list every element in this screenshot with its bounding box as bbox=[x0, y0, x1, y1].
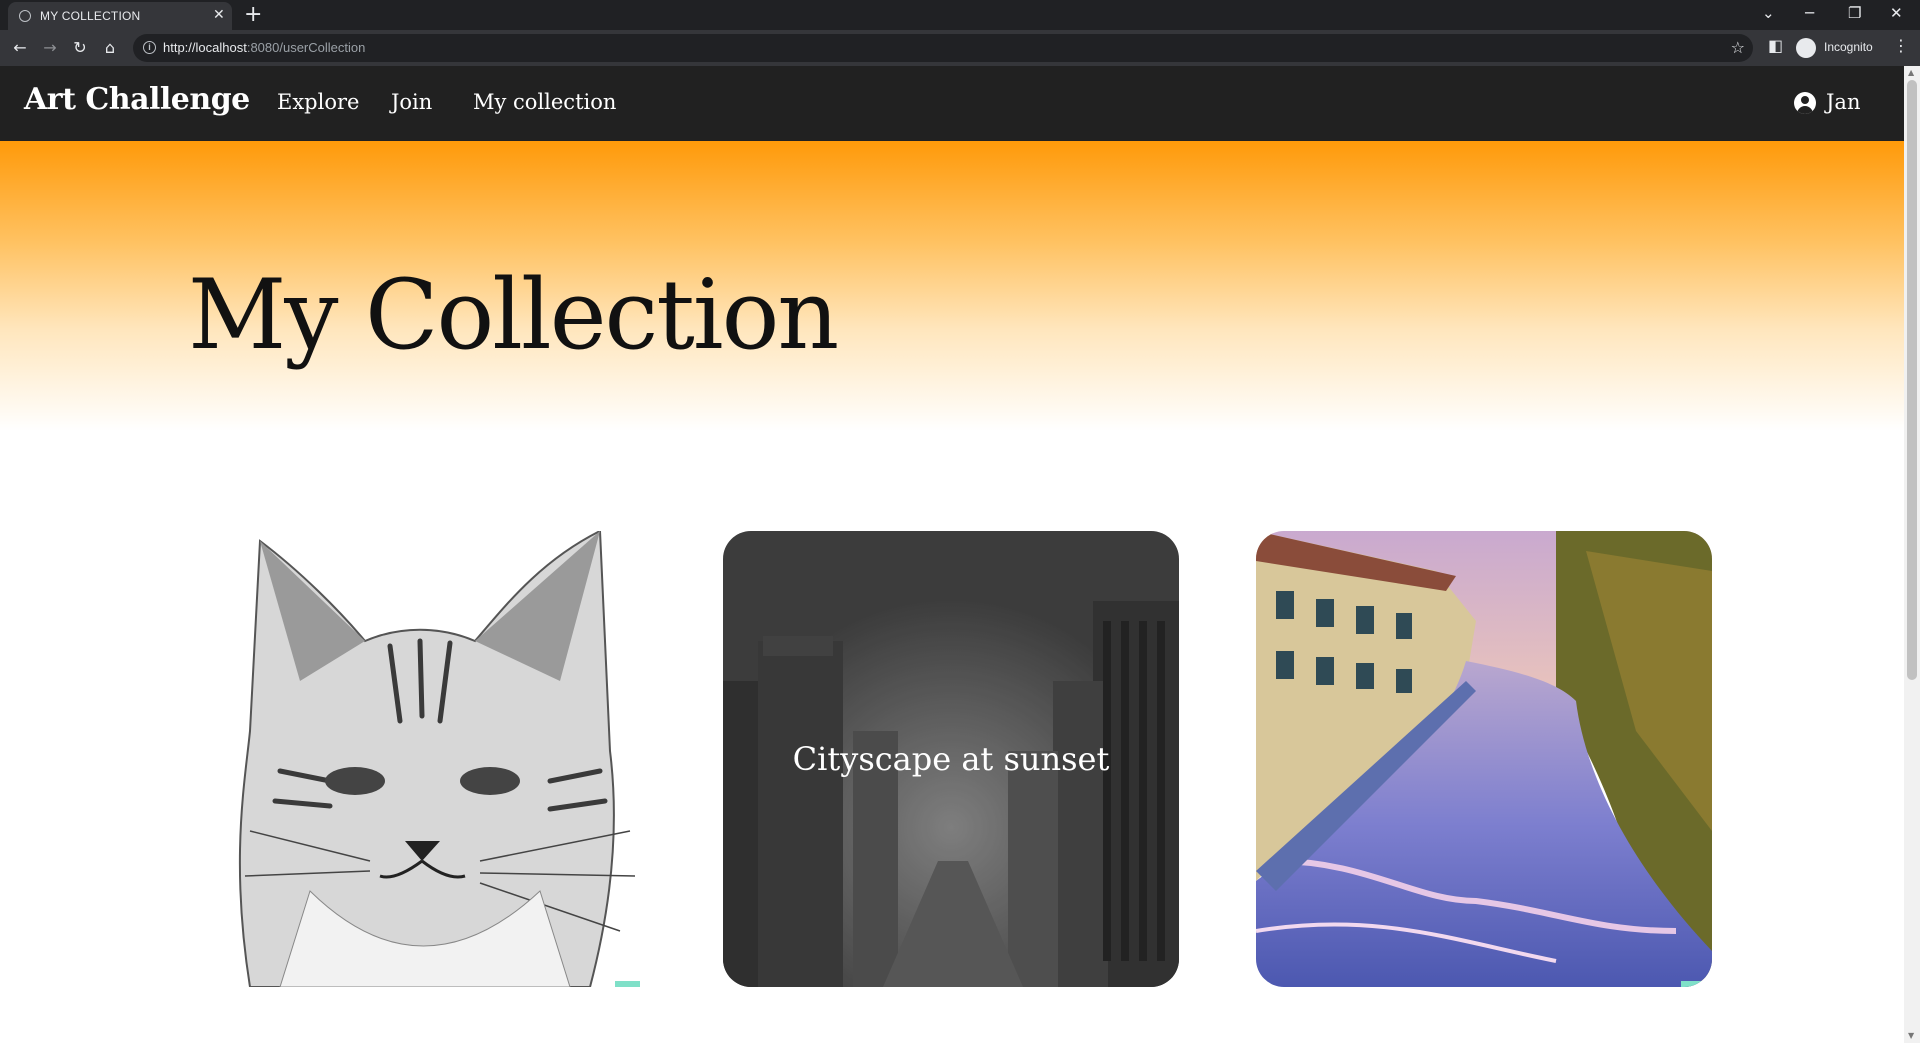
card-caption: Cityscape at sunset bbox=[792, 740, 1110, 778]
incognito-icon bbox=[1796, 38, 1816, 58]
cat-sketch-image bbox=[190, 531, 646, 987]
close-window-icon[interactable]: ✕ bbox=[1890, 4, 1903, 22]
side-panel-icon[interactable]: ◧ bbox=[1768, 36, 1783, 55]
scroll-down-icon[interactable]: ▼ bbox=[1908, 1031, 1914, 1040]
collection-card-river[interactable] bbox=[1256, 531, 1712, 987]
address-bar[interactable]: i http://localhost:8080/userCollection ☆ bbox=[133, 34, 1753, 62]
user-name: Jan bbox=[1826, 90, 1861, 114]
nav-link-join[interactable]: Join bbox=[391, 90, 432, 114]
nav-link-explore[interactable]: Explore bbox=[277, 90, 359, 114]
collection-card-cityscape[interactable]: Cityscape at sunset bbox=[723, 531, 1179, 987]
address-url: http://localhost:8080/userCollection bbox=[163, 40, 366, 55]
tab-search-icon[interactable]: ⌄ bbox=[1762, 4, 1775, 22]
browser-tab[interactable]: MY COLLECTION ✕ bbox=[8, 2, 232, 30]
user-avatar-icon bbox=[1794, 92, 1816, 114]
minimize-icon[interactable]: ─ bbox=[1805, 4, 1814, 22]
home-icon[interactable]: ⌂ bbox=[97, 35, 123, 61]
page-hero: My Collection bbox=[0, 141, 1904, 431]
close-tab-icon[interactable]: ✕ bbox=[213, 7, 225, 23]
page-scrollbar[interactable]: ▲ ▼ bbox=[1904, 66, 1920, 1043]
browser-tabstrip: MY COLLECTION ✕ + ⌄ ─ ❐ ✕ bbox=[0, 0, 1920, 30]
brand-logo-link[interactable]: Art Challenge bbox=[24, 82, 250, 117]
app-navbar: Art Challenge Explore Join My collection… bbox=[0, 66, 1904, 141]
tab-title: MY COLLECTION bbox=[40, 9, 141, 23]
scrollbar-thumb[interactable] bbox=[1907, 80, 1917, 680]
incognito-label: Incognito bbox=[1824, 40, 1873, 54]
nav-link-my-collection[interactable]: My collection bbox=[473, 90, 616, 114]
page-title: My Collection bbox=[188, 259, 839, 371]
browser-menu-icon[interactable]: ⋮ bbox=[1893, 36, 1909, 55]
site-info-icon[interactable]: i bbox=[143, 41, 156, 54]
scroll-up-icon[interactable]: ▲ bbox=[1908, 68, 1914, 77]
back-icon[interactable]: ← bbox=[7, 35, 33, 61]
forward-icon[interactable]: → bbox=[37, 35, 63, 61]
new-tab-icon[interactable]: + bbox=[244, 2, 262, 28]
restore-icon[interactable]: ❐ bbox=[1848, 4, 1861, 22]
globe-icon bbox=[19, 10, 31, 22]
browser-toolbar: ← → ↻ ⌂ i http://localhost:8080/userColl… bbox=[0, 30, 1920, 66]
river-painting-image bbox=[1256, 531, 1712, 987]
reload-icon[interactable]: ↻ bbox=[67, 35, 93, 61]
bookmark-star-icon[interactable]: ☆ bbox=[1731, 38, 1745, 57]
page-viewport: Art Challenge Explore Join My collection… bbox=[0, 66, 1904, 1043]
collection-card-cat[interactable] bbox=[190, 531, 646, 987]
